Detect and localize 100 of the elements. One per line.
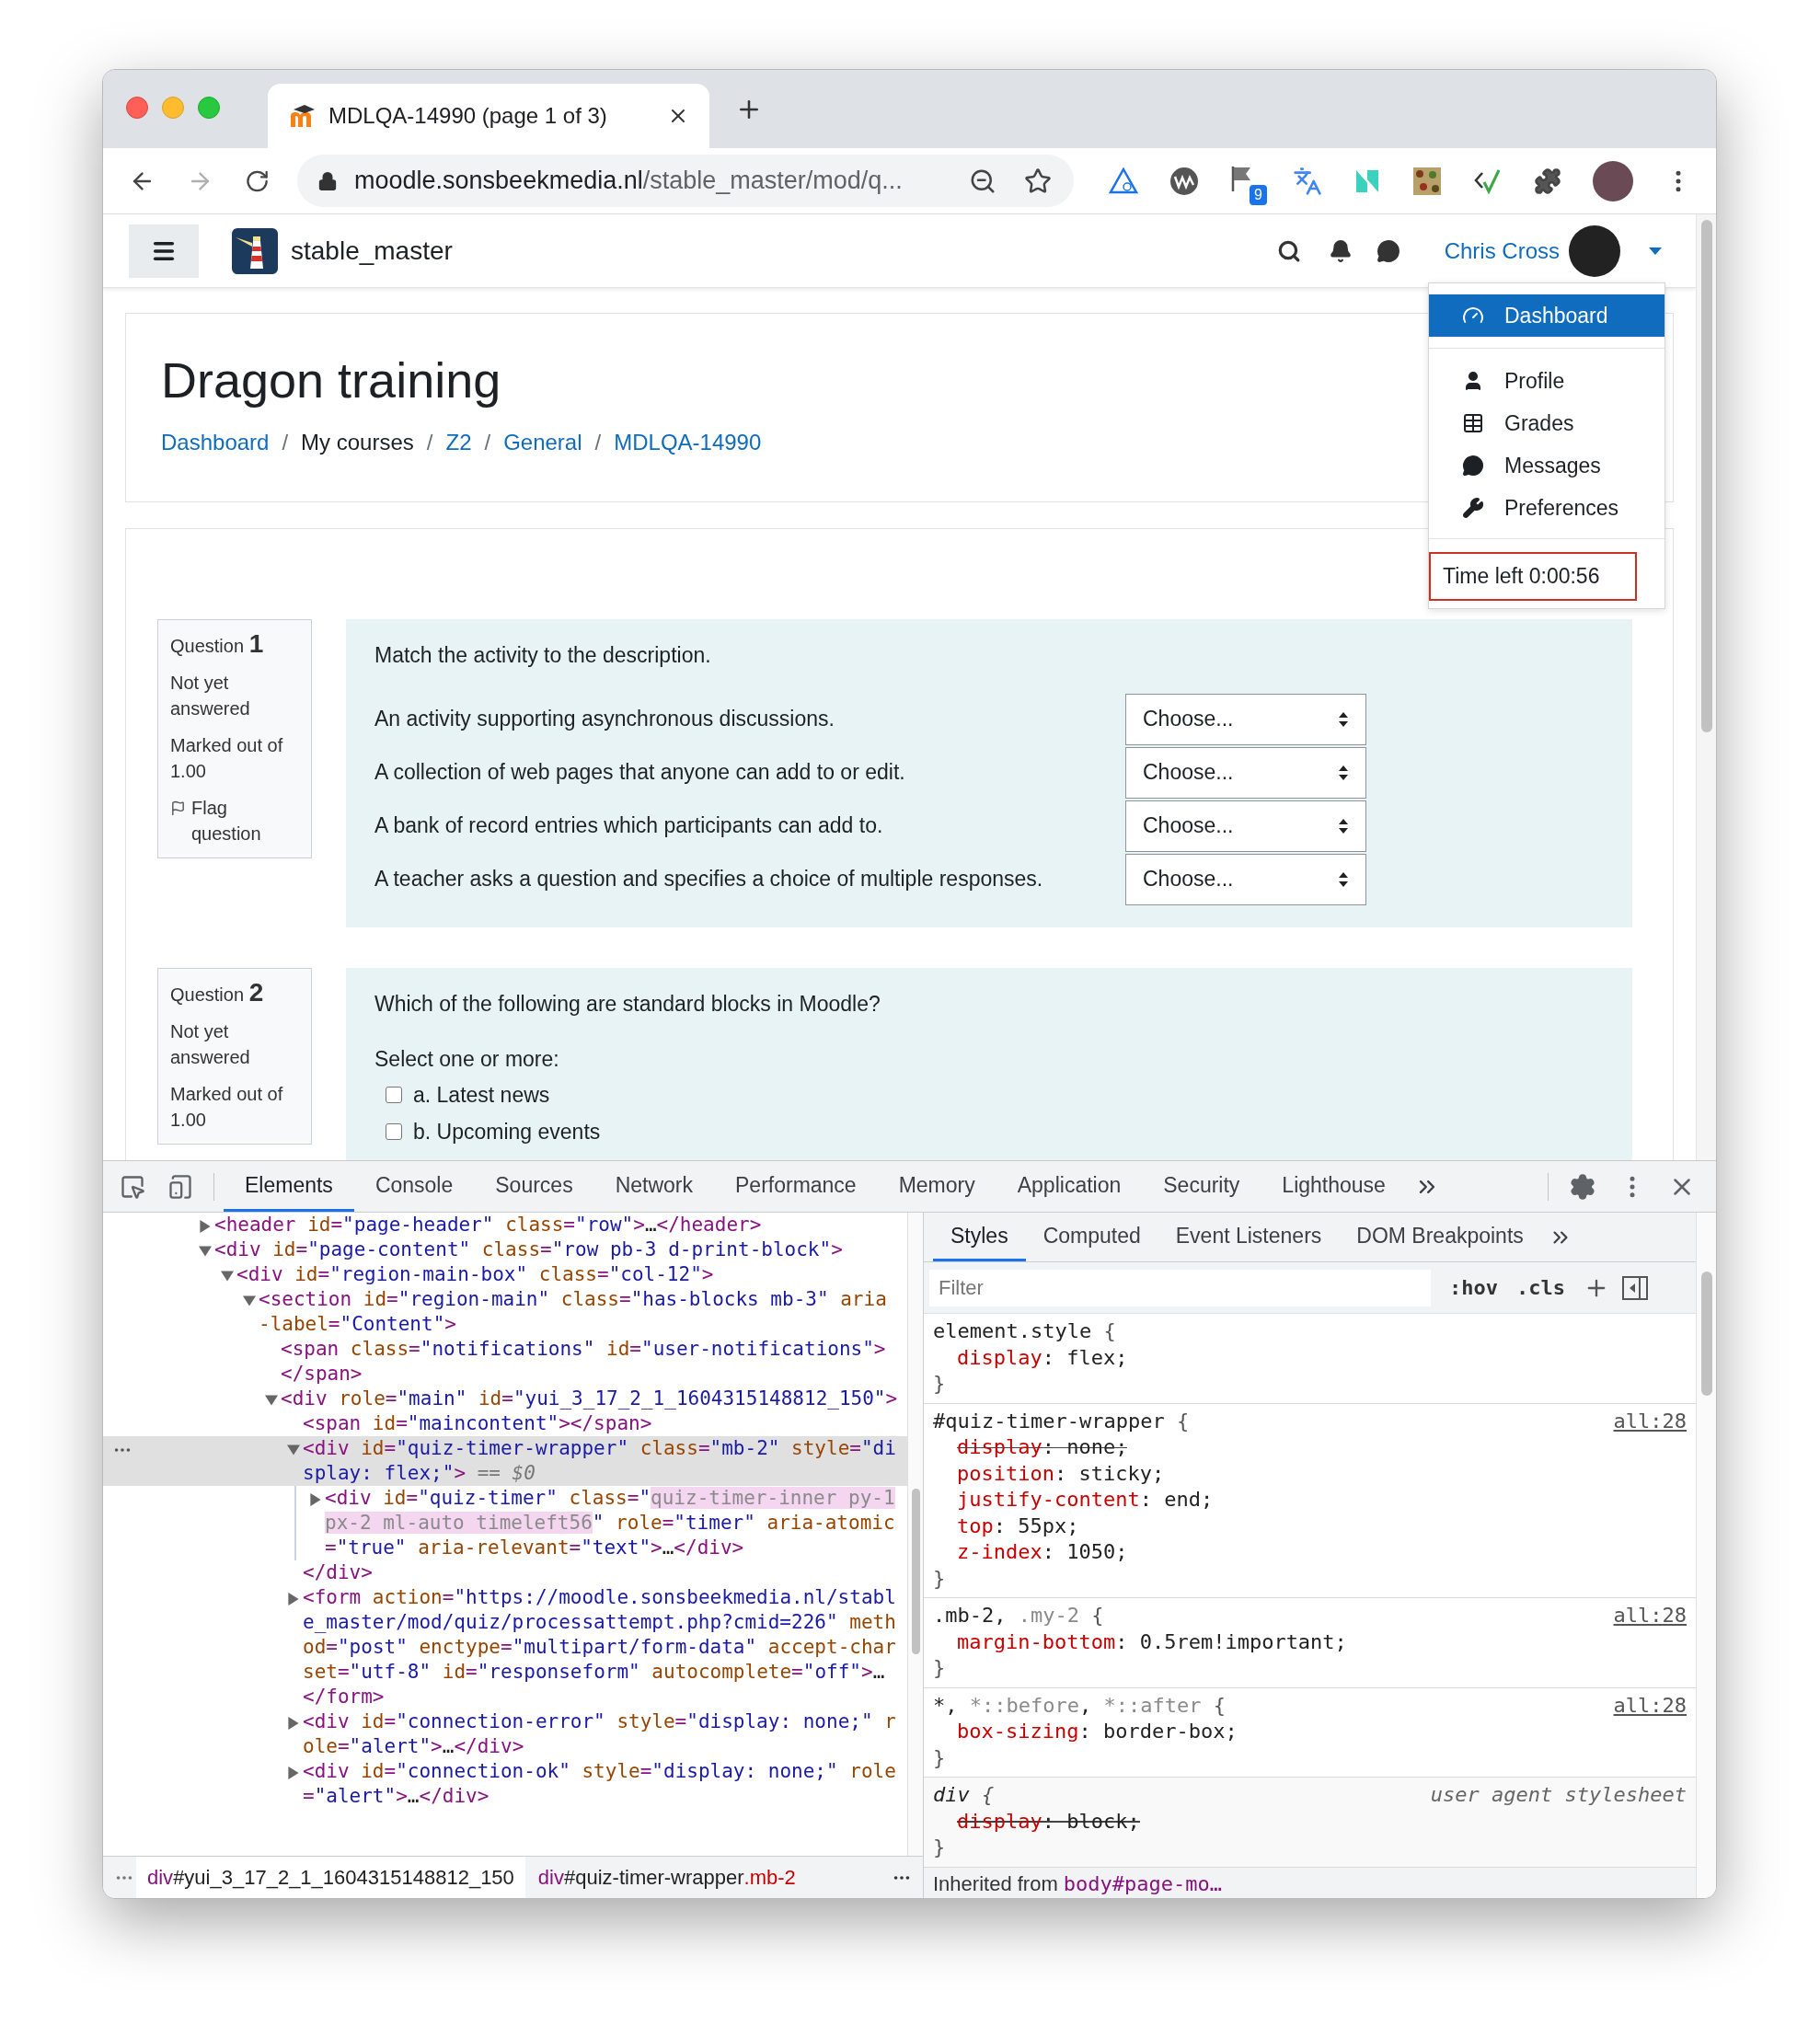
triangle-extension-icon[interactable] — [1109, 167, 1138, 195]
notifications-bell-icon[interactable] — [1328, 238, 1353, 263]
user-menu-item[interactable]: Profile — [1429, 360, 1664, 402]
devtools-tab[interactable]: Memory — [877, 1161, 996, 1212]
dom-breadcrumb[interactable]: div#yui_3_17_2_1_1604315148812_150 — [136, 1857, 525, 1898]
question-prompt: Match the activity to the description. — [374, 642, 712, 669]
dom-node-markup: <form action="https://moodle.sonsbeekmedia.nl/stable_master/mod/quiz/processattempt.php?cmid=226" method="post" enctype="multipart/form-data" accept-charset="utf-8" id="responseform" autocomplete="off">… </form> — [303, 1585, 897, 1709]
dom-tree-row[interactable]: <span class="notifications" id="user-notifications"></span> — [103, 1337, 907, 1387]
user-menu-item[interactable]: Dashboard — [1429, 294, 1664, 337]
styles-subtab[interactable]: DOM Breakpoints — [1339, 1213, 1541, 1261]
dom-tree-row[interactable]: <span id="maincontent"></span> — [103, 1411, 907, 1436]
stylesheet-link[interactable]: all:28 — [1613, 1692, 1687, 1719]
dom-tree-row[interactable]: <div id="region-main-box" class="col-12"> — [103, 1262, 907, 1287]
styles-subtab[interactable]: Computed — [1025, 1213, 1158, 1261]
wave-circle-extension-icon[interactable] — [1169, 166, 1199, 196]
collapsed-triangle-icon[interactable] — [287, 1593, 300, 1605]
dom-breadcrumb[interactable]: div#quiz-timer-wrapper.mb-2 — [526, 1857, 807, 1898]
devtools-tab[interactable]: Application — [996, 1161, 1143, 1212]
browser-tab[interactable]: MDLQA-14990 (page 1 of 3) — [268, 84, 709, 148]
sidebar-toggle-icon[interactable] — [1621, 1275, 1648, 1300]
styles-subtab[interactable]: Event Listeners — [1158, 1213, 1340, 1261]
stylesheet-link[interactable]: all:28 — [1613, 1603, 1687, 1629]
dom-tree-row[interactable]: <header id="page-header" class="row">…</header> — [103, 1213, 907, 1237]
collapsed-triangle-icon[interactable] — [199, 1220, 212, 1233]
dom-node-markup: <div id="connection-ok" style="display: none;" role ="alert">…</div> — [303, 1759, 897, 1809]
dom-tree-row[interactable]: <div role="main" id="yui_3_17_2_1_1604315148812_150"> — [103, 1387, 907, 1411]
collapsed-triangle-icon[interactable] — [309, 1493, 322, 1506]
user-menu-item[interactable]: Preferences — [1429, 487, 1664, 529]
class-toggle[interactable]: .cls — [1516, 1272, 1565, 1303]
bookmark-star-icon[interactable] — [1024, 167, 1052, 195]
messages-bubble-icon[interactable] — [1376, 238, 1400, 263]
css-declaration[interactable]: margin-bottom: 0.5rem!important; — [957, 1628, 1347, 1655]
breadcrumb-link[interactable]: MDLQA-14990 — [614, 426, 762, 459]
up-down-arrows-icon — [1338, 710, 1349, 728]
choice-select[interactable]: Choose... — [1125, 693, 1366, 745]
dom-tree-row[interactable]: <div id="quiz-timer" class="quiz-timer-inner py-1 px-2 ml-auto timeleft56" role="timer" aria-atomic ="true" aria-relevant="text">…</div> — [103, 1486, 907, 1560]
breadcrumb-link[interactable]: Z2 — [445, 426, 472, 459]
css-declaration[interactable]: z-index: 1050; — [957, 1539, 1128, 1566]
user-avatar[interactable] — [1569, 224, 1620, 277]
breadcrumb-separator: / — [282, 429, 289, 456]
extensions-puzzle-icon[interactable] — [1534, 167, 1561, 195]
inspect-element-icon[interactable] — [120, 1173, 145, 1200]
devtools-tab[interactable]: Network — [593, 1161, 714, 1212]
expanded-triangle-icon[interactable] — [265, 1394, 278, 1407]
hover-state-toggle[interactable]: :hov — [1449, 1272, 1498, 1303]
mosaic-extension-icon[interactable] — [1412, 166, 1442, 196]
devtools-tab[interactable]: Security — [1142, 1161, 1261, 1212]
expanded-triangle-icon[interactable] — [221, 1270, 234, 1283]
lock-icon — [317, 170, 338, 191]
address-bar[interactable]: moodle.sonsbeekmedia.nl/stable_master/mod/q... — [297, 155, 1074, 207]
choice-select[interactable]: Choose... — [1125, 800, 1366, 852]
devtools-tab[interactable]: Performance — [714, 1161, 878, 1212]
option-label: b. Upcoming events — [413, 1119, 601, 1145]
dom-tree-row[interactable]: <section id="region-main" class="has-blocks mb-3" aria-label="Content"> — [103, 1287, 907, 1337]
expanded-triangle-icon[interactable] — [243, 1295, 256, 1307]
css-declaration[interactable]: box-sizing: border-box; — [957, 1719, 1238, 1745]
devtools-tab[interactable]: Lighthouse — [1261, 1161, 1407, 1212]
speech-bubble-icon — [1462, 455, 1484, 477]
menu-button[interactable] — [129, 224, 199, 278]
dom-node-markup: <header id="page-header" class="row">…</header> — [214, 1213, 762, 1237]
closing-brace: } — [933, 1835, 946, 1860]
dom-tree-row[interactable]: <div id="quiz-timer-wrapper" class="mb-2" style="display: flex;"> == $0 — [103, 1436, 907, 1486]
devtools-tab[interactable]: Elements — [224, 1161, 354, 1212]
choice-select[interactable]: Choose... — [1125, 746, 1366, 799]
device-toolbar-icon[interactable] — [167, 1173, 193, 1200]
profile-avatar[interactable] — [1593, 160, 1633, 201]
match-item-text: A teacher asks a question and specifies a choice of multiple responses. — [374, 866, 1044, 893]
dom-tree-row[interactable]: <div id="page-content" class="row pb-3 d-print-block"> — [103, 1237, 907, 1262]
dom-tree-row[interactable]: <div id="connection-ok" style="display: none;" role ="alert">…</div> — [103, 1759, 907, 1809]
collapsed-triangle-icon[interactable] — [287, 1717, 300, 1730]
checkbox[interactable] — [386, 1086, 402, 1103]
css-declaration[interactable]: position: sticky; — [957, 1460, 1165, 1487]
devtools-tab[interactable]: Sources — [474, 1161, 594, 1212]
css-declaration[interactable]: top: 55px; — [957, 1513, 1079, 1539]
user-name[interactable]: Chris Cross — [1444, 234, 1560, 268]
site-name[interactable]: stable_master — [291, 231, 453, 270]
css-declaration[interactable]: justify-content: end; — [957, 1487, 1214, 1513]
collapsed-triangle-icon[interactable] — [287, 1767, 300, 1779]
dom-tree-row[interactable]: <div id="connection-error" style="display: none;" role="alert">…</div> — [103, 1709, 907, 1759]
search-icon[interactable] — [1276, 238, 1301, 263]
checkbox[interactable] — [386, 1123, 402, 1141]
stylesheet-link[interactable]: all:28 — [1613, 1408, 1687, 1434]
css-declaration[interactable]: display: flex; — [957, 1344, 1128, 1371]
caret-icon[interactable] — [1648, 246, 1663, 256]
match-item-text: A collection of web pages that anyone can add to or edit. — [374, 759, 906, 787]
translate-icon[interactable] — [1293, 166, 1322, 196]
devtools-tab[interactable]: Console — [353, 1161, 475, 1212]
flag-question-link[interactable]: Flag question — [191, 795, 299, 846]
flag-icon[interactable] — [170, 800, 186, 816]
user-menu-item[interactable]: Grades — [1429, 402, 1664, 444]
question-instruction: Select one or more: — [374, 1046, 560, 1073]
expanded-triangle-icon[interactable] — [287, 1444, 300, 1456]
up-down-arrows-icon — [1338, 764, 1349, 781]
breadcrumb-link[interactable]: Dashboard — [161, 426, 270, 459]
choice-select[interactable]: Choose... — [1125, 853, 1366, 905]
styles-filter-field[interactable]: Filter — [929, 1269, 1431, 1306]
user-menu-item[interactable]: Messages — [1429, 444, 1664, 487]
close-window-icon[interactable] — [126, 96, 148, 119]
breadcrumb-link[interactable]: General — [503, 426, 582, 459]
expanded-triangle-icon[interactable] — [199, 1245, 212, 1258]
